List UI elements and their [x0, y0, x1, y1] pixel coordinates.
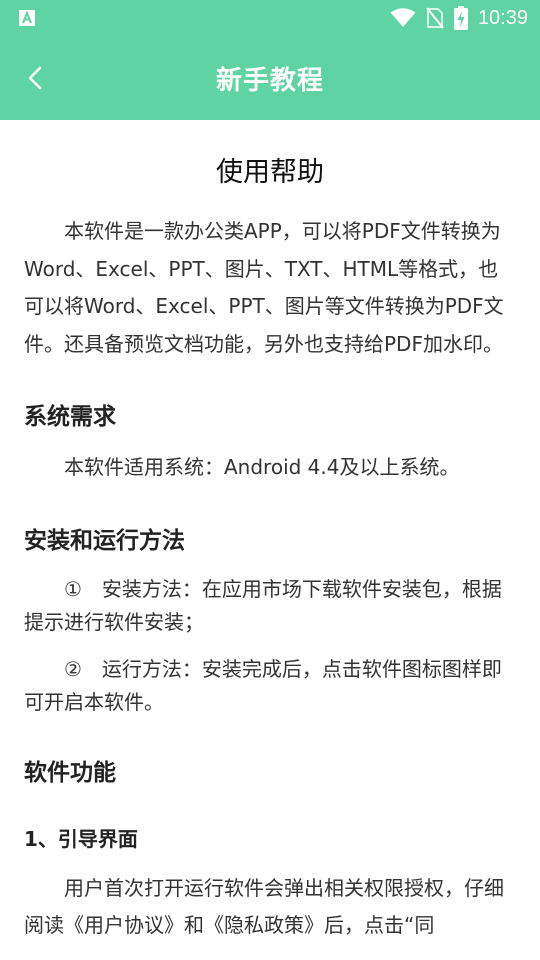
- status-icons: 10:39: [390, 0, 528, 36]
- clock: 10:39: [477, 6, 528, 29]
- help-content[interactable]: 使用帮助 本软件是一款办公类APP，可以将PDF文件转换为Word、Excel、…: [0, 120, 540, 960]
- document-title: 使用帮助: [216, 157, 324, 188]
- install-step-2: ② 运行方法：安装完成后，点击软件图标图样即可开启本软件。: [24, 656, 502, 714]
- section-heading-install: 安装和运行方法: [24, 527, 185, 554]
- battery-charging-icon: [453, 6, 468, 30]
- section-heading-requirements: 系统需求: [24, 404, 116, 430]
- page-title: 新手教程: [215, 65, 324, 96]
- intro-paragraph: 本软件是一款办公类APP，可以将PDF文件转换为Word、Excel、PPT、图…: [24, 219, 504, 356]
- guide-text: 用户首次打开运行软件会弹出相关权限授权，仔细阅读《用户协议》和《隐私政策》后，点…: [24, 875, 504, 938]
- wifi-icon: [390, 8, 416, 27]
- subsection-heading-guide: 1、引导界面: [24, 826, 138, 851]
- status-bar: 10:39: [0, 0, 540, 36]
- requirements-text: 本软件适用系统：Android 4.4及以上系统。: [64, 455, 460, 479]
- app-notification-icon: [19, 10, 35, 26]
- section-heading-features: 软件功能: [24, 759, 116, 786]
- no-sim-icon: [426, 7, 444, 29]
- install-step-1: ① 安装方法：在应用市场下载软件安装包，根据提示进行软件安装；: [24, 576, 502, 634]
- app-bar: 新手教程: [0, 36, 540, 120]
